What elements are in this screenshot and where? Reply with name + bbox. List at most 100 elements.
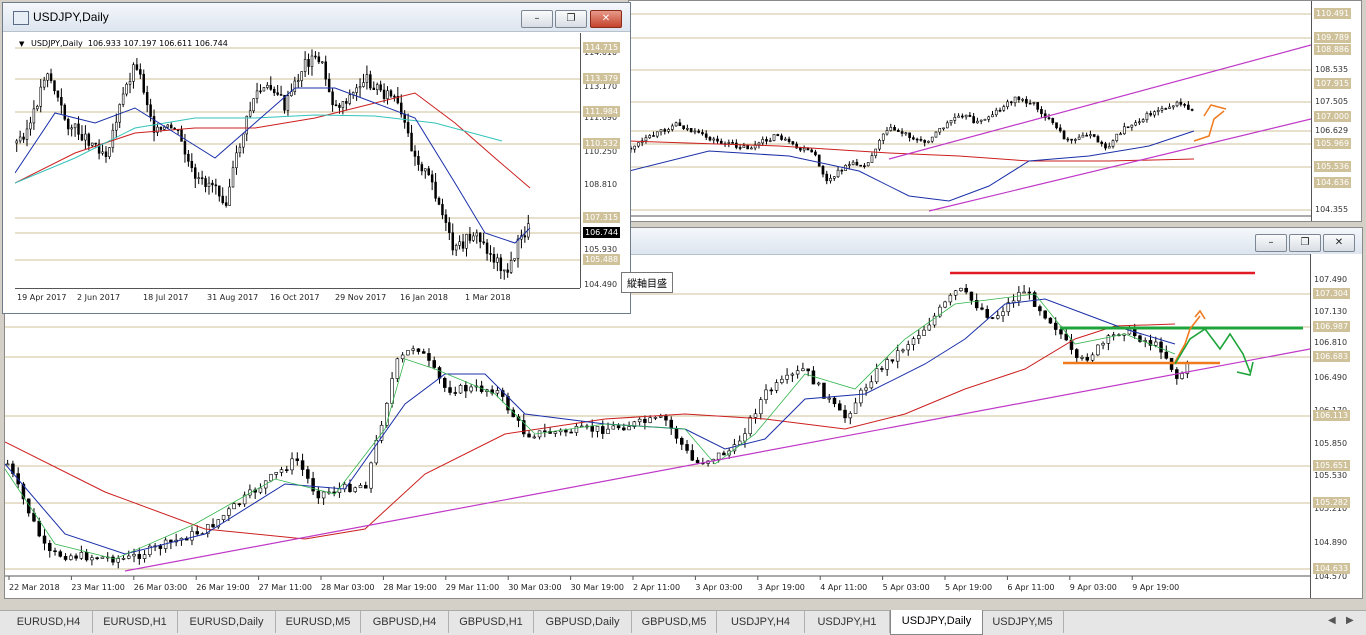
tab-gbpusd-daily[interactable]: GBPUSD,Daily — [534, 611, 632, 633]
tooltip-vertical-scale: 縱軸目盛 — [621, 272, 673, 293]
candlestick — [637, 418, 642, 423]
chart-tab-bar[interactable]: ◀ ▶ EURUSD,H4 EURUSD,H1 EURUSD,Daily EURUSD… — [0, 610, 1366, 635]
tab-gbpusd-h4[interactable]: GBPUSD,H4 — [361, 611, 449, 633]
minimize-icon: – — [534, 13, 540, 24]
candlestick — [880, 368, 884, 370]
candlestick — [458, 241, 461, 246]
minimize-icon: – — [1268, 237, 1274, 248]
tab-eurusd-h1[interactable]: EURUSD,H1 — [93, 611, 178, 633]
candlestick — [353, 487, 357, 492]
candlestick — [489, 253, 492, 255]
candlestick — [1134, 122, 1137, 126]
candlestick — [633, 145, 636, 150]
candlestick — [737, 440, 742, 445]
candlestick — [132, 554, 136, 557]
tab-gbpusd-m5[interactable]: GBPUSD,M5 — [632, 611, 717, 633]
candlestick — [791, 141, 795, 145]
candlestick — [437, 367, 442, 379]
restore-button[interactable]: ❐ — [1289, 234, 1321, 252]
candlestick — [259, 90, 262, 93]
back-chart-window[interactable]: 110.491 109.789 108.886 108.535 107.915 107.5… — [628, 0, 1362, 222]
tab-eurusd-h4[interactable]: EURUSD,H4 — [5, 611, 93, 633]
candlestick — [266, 84, 269, 88]
candlestick — [53, 550, 57, 553]
candlestick — [279, 469, 284, 473]
moving-average-red — [5, 323, 1176, 540]
annotation-arrow-orange — [1174, 315, 1201, 363]
candlestick — [667, 129, 670, 132]
candlestick — [1164, 351, 1169, 359]
candlestick — [743, 433, 747, 442]
candlestick — [1017, 96, 1021, 100]
tab-scroll-left-icon[interactable]: ◀ — [1328, 615, 1336, 626]
tab-usdjpy-m5[interactable]: USDJPY,M5 — [982, 611, 1064, 633]
close-button[interactable]: ✕ — [590, 10, 622, 28]
candlestick — [121, 558, 126, 560]
restore-button[interactable]: ❐ — [555, 10, 587, 28]
candlestick — [509, 260, 513, 273]
candlestick — [1096, 344, 1100, 356]
candlestick — [927, 324, 932, 331]
time-axis-label: 2 Jun 2017 — [77, 293, 121, 302]
back-price-axis[interactable]: 110.491 109.789 108.886 108.535 107.915 107.5… — [1311, 1, 1361, 221]
candlestick — [382, 89, 386, 99]
candlestick — [142, 554, 147, 559]
candlestick — [49, 73, 53, 81]
candlestick — [1111, 334, 1116, 337]
candlestick — [235, 152, 238, 169]
candlestick — [255, 90, 259, 99]
candlestick — [149, 104, 152, 117]
candlestick — [91, 142, 94, 146]
tab-usdjpy-daily[interactable]: USDJPY,Daily — [890, 610, 983, 635]
price-level-label: 106.987 — [1313, 321, 1351, 332]
candlestick — [979, 119, 983, 122]
daily-chart-plot[interactable] — [15, 33, 580, 288]
candlestick — [836, 169, 840, 178]
candlestick — [945, 122, 949, 129]
time-axis-label: 9 Apr 03:00 — [1070, 583, 1117, 592]
candlestick — [365, 74, 369, 83]
close-button[interactable]: ✕ — [1323, 234, 1355, 252]
candlestick — [890, 359, 895, 362]
tab-eurusd-m5[interactable]: EURUSD,M5 — [276, 611, 361, 633]
candlestick — [207, 182, 211, 187]
time-axis-label: 16 Oct 2017 — [270, 293, 320, 302]
candlestick — [258, 487, 263, 493]
candlestick — [341, 101, 345, 108]
candlestick — [1149, 113, 1153, 116]
candlestick — [169, 539, 173, 543]
candlestick — [900, 131, 904, 134]
candlestick — [316, 490, 321, 499]
candlestick — [727, 142, 731, 144]
price-level-label: 107.000 — [1314, 111, 1352, 122]
candlestick — [348, 94, 351, 104]
daily-price-axis[interactable]: 114.010113.170111.690110.250108.810105.9… — [580, 33, 627, 289]
tab-eurusd-daily[interactable]: EURUSD,Daily — [178, 611, 276, 633]
candlestick — [1145, 113, 1149, 120]
daily-titlebar[interactable]: USDJPY,Daily – ❐ ✕ — [3, 3, 630, 32]
price-axis-tick: 104.890 — [1314, 538, 1348, 547]
minimize-button[interactable]: – — [521, 10, 553, 28]
minimize-button[interactable]: – — [1255, 234, 1287, 252]
candlestick — [787, 138, 791, 142]
candlestick — [901, 349, 905, 352]
tab-scroll-right-icon[interactable]: ▶ — [1346, 615, 1354, 626]
daily-time-axis[interactable]: 19 Apr 2017 2 Jun 2017 18 Jul 2017 31 Aug 2… — [15, 288, 580, 307]
candlestick — [300, 71, 303, 81]
candlestick — [670, 125, 674, 130]
tab-usdjpy-h4[interactable]: USDJPY,H4 — [717, 611, 805, 633]
back-chart-plot[interactable] — [629, 1, 1311, 221]
candlestick — [1138, 121, 1141, 124]
candlestick — [814, 151, 817, 156]
tab-gbpusd-h1[interactable]: GBPUSD,H1 — [449, 611, 534, 633]
candlestick — [964, 287, 968, 293]
tab-usdjpy-h1[interactable]: USDJPY,H1 — [805, 611, 890, 633]
main-price-axis[interactable]: 107.490107.130106.810106.490106.170105.8… — [1310, 254, 1362, 598]
candlestick — [990, 317, 995, 319]
daily-chart-window[interactable]: USDJPY,Daily – ❐ ✕ ▼ USDJPY,Daily 106.93… — [2, 2, 631, 314]
price-level-label: 110.491 — [1314, 8, 1352, 19]
candlestick — [674, 428, 679, 439]
candlestick — [410, 132, 413, 152]
candlestick — [1081, 134, 1085, 138]
candlestick — [595, 426, 600, 432]
